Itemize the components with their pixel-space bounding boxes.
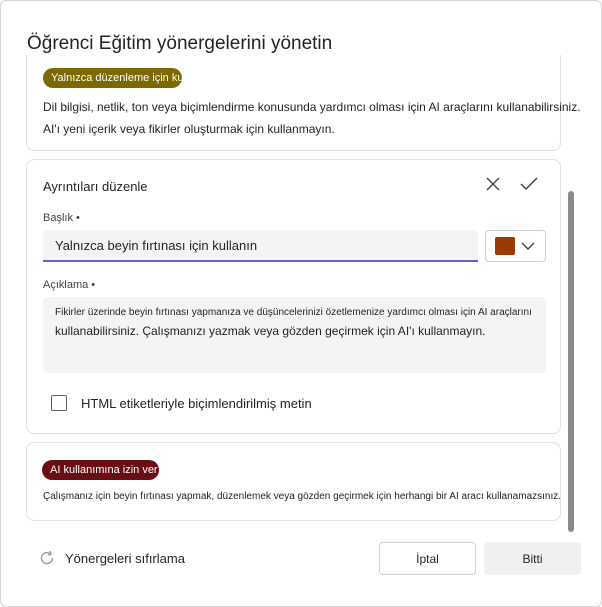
description-text: kullanabilirsiniz. Çalışmanızı yazmak ve… xyxy=(55,324,486,338)
manage-guidelines-dialog: Öğrenci Eğitim yönergelerini yönetin Yal… xyxy=(0,0,602,607)
description-field-label: Açıklama • xyxy=(43,279,96,291)
checkmark-icon xyxy=(520,177,538,190)
done-button[interactable]: Bitti xyxy=(484,542,581,575)
color-swatch xyxy=(495,237,515,255)
title-field-label: Başlık • xyxy=(43,212,80,224)
description-text: Fikirler üzerinde beyin fırtınası yapman… xyxy=(55,307,532,318)
html-format-checkbox[interactable] xyxy=(51,395,67,411)
edit-details-panel: Ayrıntıları düzenle Başlık • Açıklama • … xyxy=(26,159,561,434)
title-input[interactable] xyxy=(43,230,478,262)
reset-guidelines-button[interactable]: Yönergeleri sıfırlama xyxy=(39,550,185,566)
guideline-card-editing-only[interactable]: Yalnızca düzenleme için ku Dil bilgisi, … xyxy=(26,55,581,151)
cancel-edit-button[interactable] xyxy=(481,172,505,196)
scrollbar-thumb[interactable] xyxy=(568,191,574,532)
guideline-card-allow-ai[interactable]: AI kullanımına izin ver Çalışmanız için … xyxy=(26,442,561,521)
html-format-label: HTML etiketleriyle biçimlendirilmiş meti… xyxy=(81,395,312,411)
html-format-option[interactable]: HTML etiketleriyle biçimlendirilmiş meti… xyxy=(51,395,312,411)
guideline-description: Dil bilgisi, netlik, ton veya biçimlendi… xyxy=(43,100,581,114)
color-picker-dropdown[interactable] xyxy=(485,230,546,262)
close-icon xyxy=(486,177,500,191)
dialog-title: Öğrenci Eğitim yönergelerini yönetin xyxy=(27,33,333,54)
guideline-description: Çalışmanız için beyin fırtınası yapmak, … xyxy=(43,491,562,502)
reset-guidelines-label: Yönergeleri sıfırlama xyxy=(65,550,185,566)
refresh-icon xyxy=(40,550,54,565)
guideline-badge: Yalnızca düzenleme için ku xyxy=(43,68,182,88)
edit-details-header: Ayrıntıları düzenle xyxy=(43,179,148,194)
guideline-badge: AI kullanımına izin ver xyxy=(42,460,159,480)
description-textarea[interactable]: Fikirler üzerinde beyin fırtınası yapman… xyxy=(43,297,546,373)
save-edit-button[interactable] xyxy=(517,172,541,196)
cancel-button[interactable]: İptal xyxy=(379,542,476,575)
chevron-down-icon xyxy=(521,242,535,250)
guideline-description: AI'ı yeni içerik veya fikirler oluşturma… xyxy=(43,122,335,136)
